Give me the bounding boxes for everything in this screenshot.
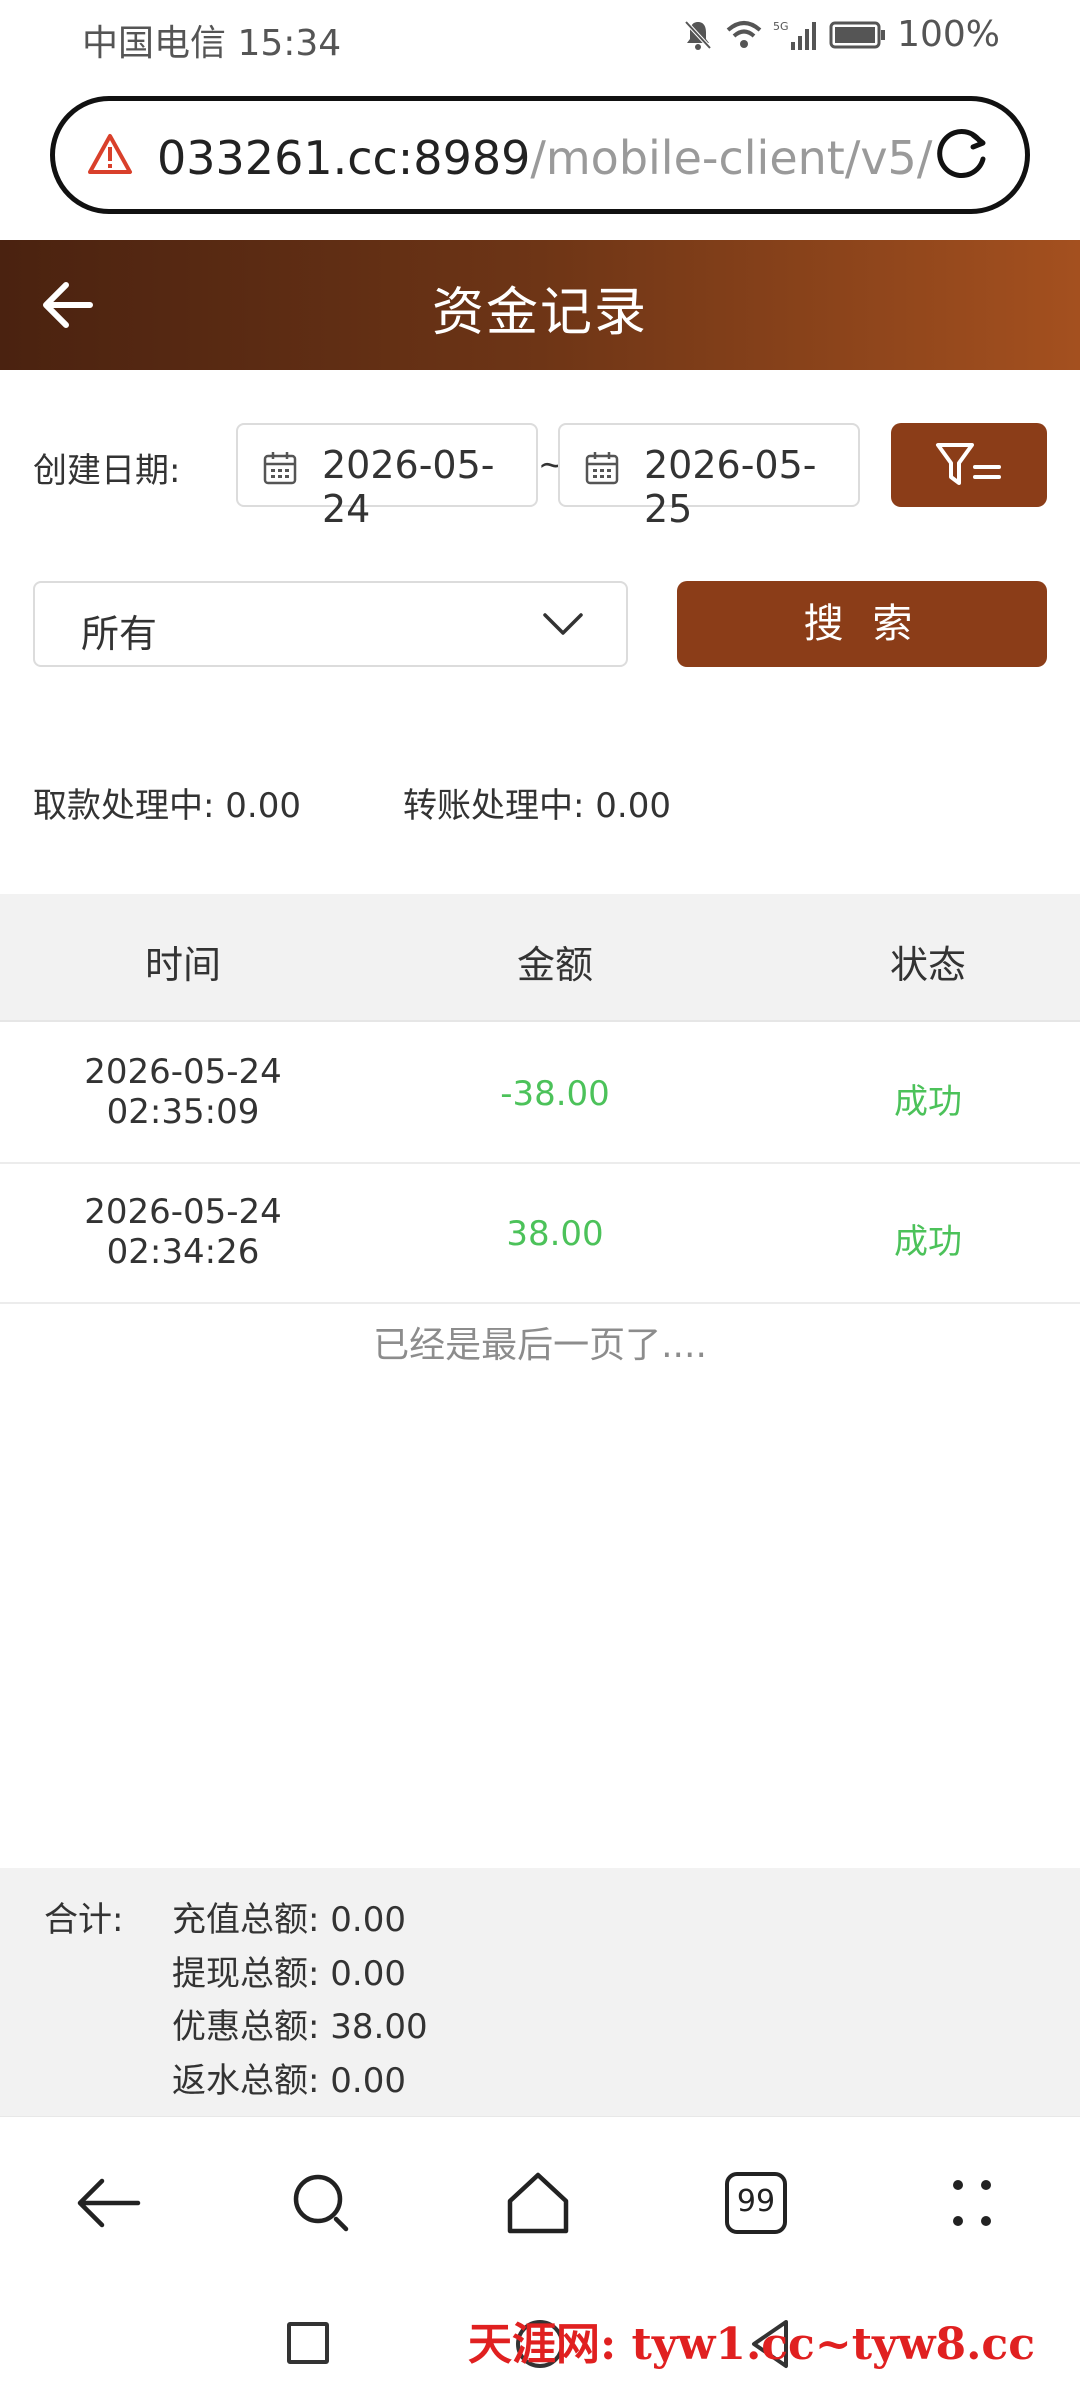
url-path: /mobile-client/v5/	[530, 131, 933, 185]
battery-percent: 100%	[897, 14, 1000, 55]
filter-icon	[936, 443, 1001, 485]
row-datetime: 2026-05-24 02:34:26	[33, 1192, 333, 1272]
wifi-icon	[726, 20, 762, 48]
end-date-input[interactable]: 2026-05-25	[558, 423, 860, 531]
status-bar: 中国电信 15:34 5G 100%	[0, 0, 1080, 76]
system-navigation-bar: 天涯网: tyw1.cc~tyw8.cc	[0, 2286, 1080, 2400]
address-bar[interactable]: 033261.cc:8989/mobile-client/v5/	[50, 96, 1030, 214]
record-type-value: 所有	[81, 612, 158, 656]
start-date-input[interactable]: 2026-05-24	[236, 423, 538, 531]
table-row[interactable]: 2026-05-24 02:34:26 38.00 成功	[0, 1164, 1080, 1304]
browser-back-icon[interactable]	[72, 2167, 144, 2239]
row-amount: -38.00	[500, 1074, 610, 1114]
calendar-icon	[263, 452, 297, 485]
end-date-value: 2026-05-25	[644, 443, 817, 531]
transfer-pending: 转账处理中: 0.00	[403, 786, 671, 826]
status-icons: 5G 100%	[681, 14, 1000, 55]
column-header-time: 时间	[144, 943, 221, 987]
date-label: 创建日期:	[33, 451, 181, 491]
row-status: 成功	[894, 1082, 962, 1122]
totals-panel: 合计: 充值总额: 0.00 提现总额: 0.00 优惠总额: 38.00 返水…	[0, 1868, 1080, 2116]
chevron-down-icon	[543, 613, 583, 635]
column-header-amount: 金额	[516, 943, 593, 987]
page-title: 资金记录	[431, 283, 648, 343]
signal-icon: 5G	[773, 20, 817, 50]
mute-bell-icon	[684, 20, 712, 50]
carrier-time: 中国电信 15:34	[82, 23, 342, 64]
total-recharge: 充值总额: 0.00	[172, 1900, 406, 1940]
row-amount: 38.00	[506, 1214, 604, 1254]
reload-icon[interactable]	[933, 125, 993, 185]
browser-tabs-button[interactable]: 99	[725, 2172, 787, 2234]
network-label: 5G	[773, 20, 789, 33]
record-type-select[interactable]: 所有	[33, 581, 628, 667]
browser-search-icon[interactable]	[286, 2167, 358, 2239]
row-status: 成功	[894, 1222, 962, 1262]
table-header: 时间 金额 状态	[0, 894, 1080, 1022]
browser-home-icon[interactable]	[502, 2167, 574, 2239]
row-date: 2026-05-24	[84, 1052, 282, 1092]
row-time: 02:34:26	[106, 1232, 260, 1272]
row-datetime: 2026-05-24 02:35:09	[33, 1052, 333, 1132]
row-time: 02:35:09	[106, 1092, 260, 1132]
total-withdraw: 提现总额: 0.00	[172, 1954, 406, 1994]
total-bonus: 优惠总额: 38.00	[172, 2007, 428, 2047]
warning-icon[interactable]	[87, 133, 133, 175]
recent-apps-icon[interactable]	[287, 2322, 329, 2364]
search-button[interactable]: 搜 索	[677, 581, 1047, 667]
tab-count: 99	[736, 2184, 776, 2219]
withdraw-pending: 取款处理中: 0.00	[33, 786, 301, 826]
filter-button[interactable]	[891, 423, 1047, 507]
row-date: 2026-05-24	[84, 1192, 282, 1232]
browser-menu-icon[interactable]	[936, 2167, 1008, 2239]
url-text[interactable]: 033261.cc:8989/mobile-client/v5/	[157, 131, 932, 185]
watermark: 天涯网: tyw1.cc~tyw8.cc	[468, 2319, 1035, 2370]
totals-label: 合计:	[44, 1900, 124, 1940]
battery-icon	[829, 21, 886, 48]
date-separator: ~	[538, 445, 565, 483]
app-header: 资金记录	[0, 240, 1080, 370]
end-of-list-note: 已经是最后一页了....	[373, 1325, 707, 1366]
total-rebate: 返水总额: 0.00	[172, 2061, 406, 2101]
url-host: 033261.cc:8989	[157, 131, 531, 185]
browser-toolbar: 99	[0, 2116, 1080, 2286]
start-date-value: 2026-05-24	[322, 443, 495, 531]
table-row[interactable]: 2026-05-24 02:35:09 -38.00 成功	[0, 1024, 1080, 1164]
column-header-status: 状态	[889, 943, 966, 987]
calendar-icon	[585, 452, 619, 485]
